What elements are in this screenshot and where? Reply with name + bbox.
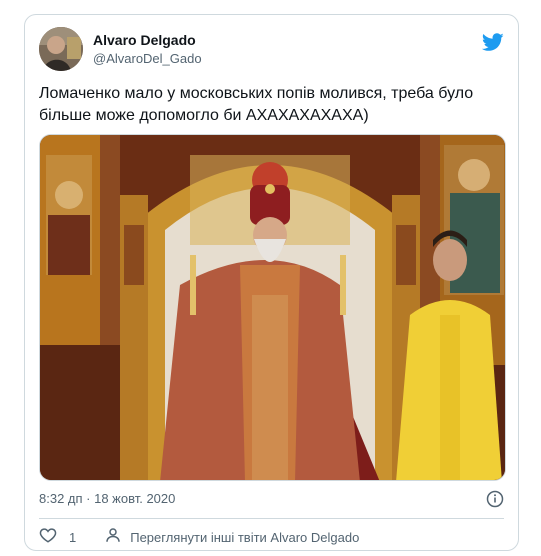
- view-more-tweets-label: Переглянути інші твіти Alvaro Delgado: [130, 529, 360, 545]
- tweet-text: Ломаченко мало у московських попів молив…: [39, 85, 474, 124]
- author-display-name[interactable]: Alvaro Delgado: [93, 31, 202, 49]
- tweet-photo[interactable]: [39, 134, 506, 481]
- heart-icon: [39, 526, 57, 549]
- author-handle[interactable]: @AlvaroDel_Gado: [93, 50, 202, 68]
- view-more-tweets-link[interactable]: Переглянути інші твіти Alvaro Delgado: [104, 526, 359, 549]
- divider: [39, 518, 504, 519]
- like-button[interactable]: 1: [39, 526, 76, 549]
- twitter-bird-icon[interactable]: [481, 31, 504, 53]
- tweet-timestamp[interactable]: 8:32 дп · 18 жовт. 2020: [39, 490, 175, 508]
- tweet-actions: 1 Переглянути інші твіти Alvaro Delgado: [39, 527, 359, 547]
- embedded-tweet-card: Alvaro Delgado @AlvaroDel_Gado Ломаченко…: [24, 14, 519, 551]
- user-icon: [104, 526, 122, 549]
- like-count: 1: [69, 529, 77, 545]
- author-names: Alvaro Delgado @AlvaroDel_Gado: [93, 31, 202, 68]
- info-icon[interactable]: [486, 490, 504, 508]
- author-avatar[interactable]: [39, 27, 83, 71]
- tweet-header: Alvaro Delgado @AlvaroDel_Gado: [39, 27, 504, 73]
